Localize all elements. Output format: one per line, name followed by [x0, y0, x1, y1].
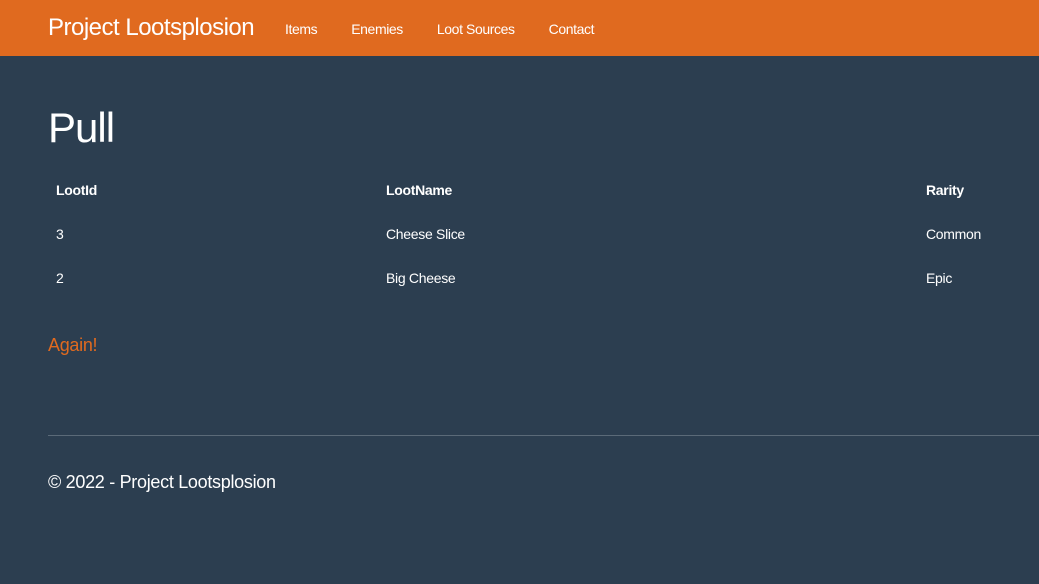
loot-table: LootId LootName Rarity 3 Cheese Slice Co…	[48, 168, 1039, 300]
footer-divider	[48, 435, 1039, 436]
table-row: 2 Big Cheese Epic	[48, 256, 1039, 300]
cell-lootname: Cheese Slice	[386, 226, 465, 242]
column-header-lootname: LootName	[386, 182, 453, 198]
cell-lootname: Big Cheese	[386, 270, 456, 286]
nav-link-loot-sources[interactable]: Loot Sources	[437, 19, 515, 39]
table-row: 3 Cheese Slice Common	[48, 212, 1039, 256]
again-link[interactable]: Again!	[48, 333, 98, 357]
footer-copyright: © 2022 - Project Lootsplosion	[48, 472, 276, 492]
page-title: Pull	[48, 104, 115, 151]
cell-lootid: 2	[56, 270, 64, 286]
navbar: Project Lootsplosion Items Enemies Loot …	[0, 0, 1039, 56]
column-header-lootid: LootId	[56, 182, 97, 198]
nav-link-items[interactable]: Items	[285, 19, 318, 39]
cell-rarity: Epic	[926, 270, 953, 286]
cell-rarity: Common	[926, 226, 981, 242]
brand-link[interactable]: Project Lootsplosion	[48, 13, 255, 43]
table-header-row: LootId LootName Rarity	[48, 168, 1039, 212]
nav-link-contact[interactable]: Contact	[549, 19, 595, 39]
nav-links: Items Enemies Loot Sources Contact	[285, 19, 628, 39]
column-header-rarity: Rarity	[926, 182, 964, 198]
cell-lootid: 3	[56, 226, 64, 242]
nav-link-enemies[interactable]: Enemies	[351, 19, 403, 39]
